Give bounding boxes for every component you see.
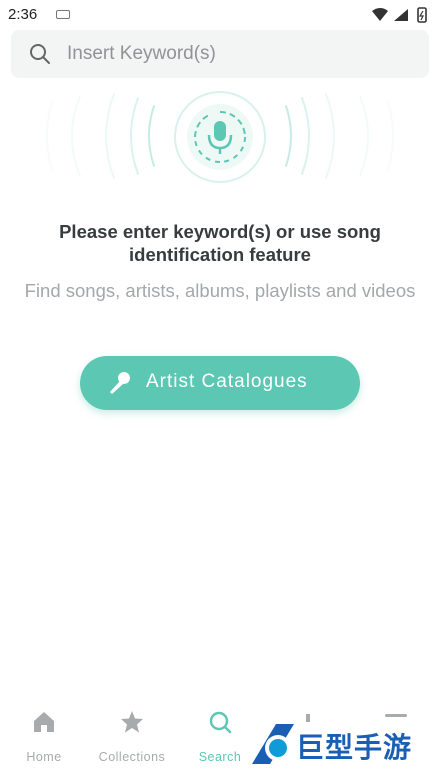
search-input[interactable]: [67, 39, 407, 69]
nav-item-collections[interactable]: Collections: [92, 710, 172, 764]
watermark-text: 巨型手游网: [296, 731, 413, 764]
prompt-subtitle: Find songs, artists, albums, playlists a…: [24, 280, 416, 301]
keyboard-icon: [56, 10, 70, 19]
battery-icon: [417, 7, 427, 23]
signal-icon: [394, 9, 408, 21]
handheld-microphone-icon: [110, 372, 130, 394]
artist-catalogues-label: Artist Catalogues: [146, 371, 308, 392]
nav-label-collections: Collections: [98, 750, 166, 764]
watermark: 巨型手游网: [248, 720, 440, 770]
nav-item-home[interactable]: Home: [4, 710, 84, 764]
watermark-logo-icon: [252, 724, 294, 764]
prompt-title: Please enter keyword(s) or use song iden…: [59, 221, 381, 265]
search-icon: [30, 44, 50, 64]
song-identification-area: [40, 86, 400, 186]
status-time: 2:36: [8, 6, 38, 23]
wifi-icon: [372, 8, 388, 21]
home-icon: [34, 712, 54, 732]
search-icon: [209, 711, 232, 734]
search-bar[interactable]: [11, 30, 429, 78]
nav-label-home: Home: [26, 750, 62, 764]
star-icon: [121, 711, 143, 733]
voice-identify-button[interactable]: [173, 90, 267, 184]
status-icons: [372, 7, 427, 23]
status-bar: 2:36: [0, 0, 440, 30]
artist-catalogues-button[interactable]: Artist Catalogues: [80, 356, 360, 410]
